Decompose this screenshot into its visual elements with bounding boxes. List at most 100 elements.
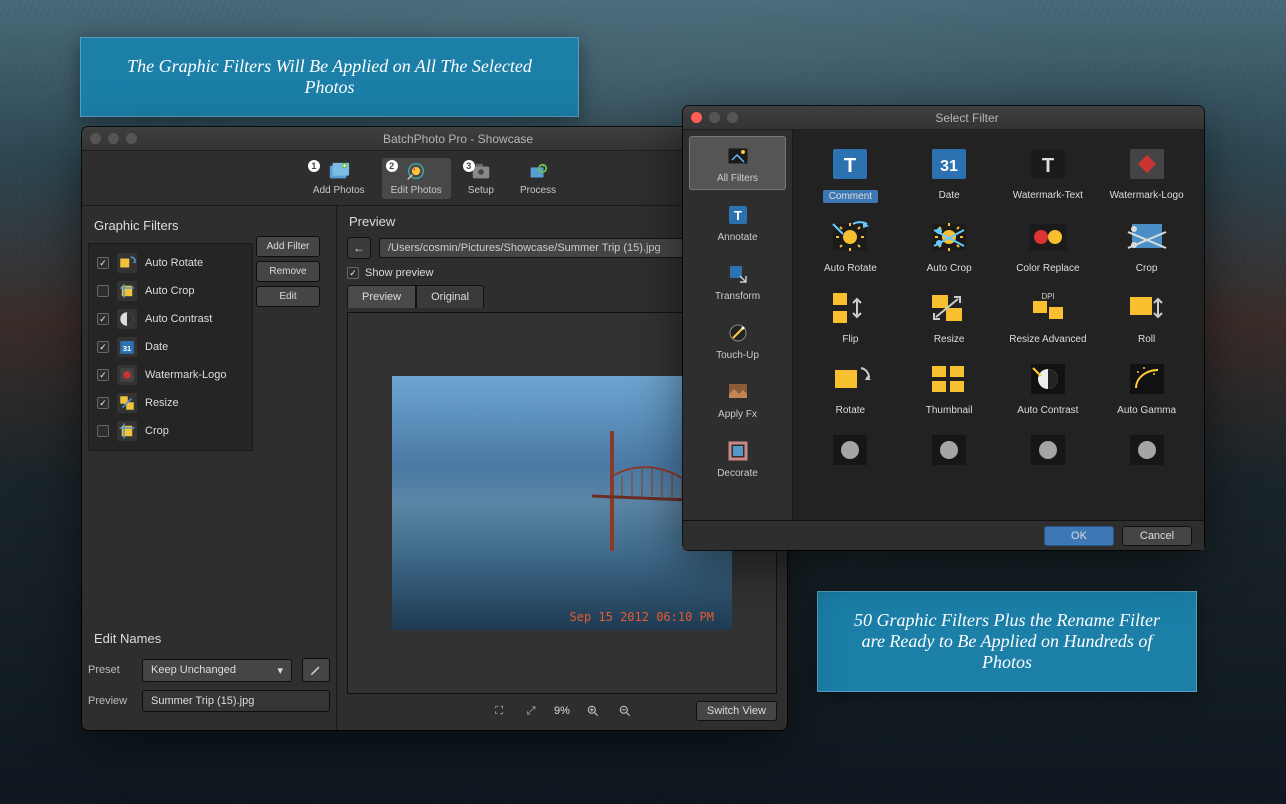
- grid-filter-auto-rotate[interactable]: Auto Rotate: [803, 213, 898, 278]
- filter-row-icon: [117, 281, 137, 301]
- grid-filter-comment[interactable]: TComment: [803, 140, 898, 207]
- fit-window-icon[interactable]: ⛶: [490, 702, 508, 720]
- setup-button[interactable]: 3 Setup: [459, 158, 503, 199]
- grid-filter-more[interactable]: [803, 426, 898, 474]
- category-all-filters[interactable]: All Filters: [689, 136, 786, 190]
- grid-filter-watermark-logo[interactable]: Watermark-Logo: [1099, 140, 1194, 207]
- filter-checkbox[interactable]: [97, 341, 109, 353]
- photo-preview: Bits & Coffee Sep 15 2012 06:10 PM: [392, 376, 732, 630]
- category-icon: [719, 142, 757, 170]
- grid-filter-more[interactable]: [1001, 426, 1096, 474]
- filter-row-label: Date: [145, 341, 168, 353]
- switch-view-button[interactable]: Switch View: [696, 701, 777, 721]
- add-filter-button[interactable]: Add Filter: [256, 236, 320, 257]
- grid-filter-roll[interactable]: Roll: [1099, 284, 1194, 349]
- grid-filter-icon: [1123, 359, 1171, 399]
- actual-size-icon[interactable]: ⤢: [522, 702, 540, 720]
- show-preview-label: Show preview: [365, 267, 433, 279]
- edit-photos-button[interactable]: 2 Edit Photos: [382, 158, 451, 199]
- category-transform[interactable]: Transform: [689, 254, 786, 308]
- cancel-button[interactable]: Cancel: [1122, 526, 1192, 546]
- grid-filter-auto-contrast[interactable]: Auto Contrast: [1001, 355, 1096, 420]
- category-icon: T: [719, 201, 757, 229]
- category-icon: [719, 260, 757, 288]
- filter-checkbox[interactable]: [97, 285, 109, 297]
- maximize-icon[interactable]: [727, 112, 738, 123]
- grid-filter-resize[interactable]: Resize: [902, 284, 997, 349]
- filter-row-icon: [117, 393, 137, 413]
- filter-checkbox[interactable]: [97, 425, 109, 437]
- grid-filter-label: Watermark-Logo: [1110, 190, 1184, 201]
- filter-row[interactable]: 31Date: [91, 333, 250, 361]
- zoom-out-icon[interactable]: [616, 702, 634, 720]
- filter-row-icon: [117, 309, 137, 329]
- tab-original[interactable]: Original: [416, 285, 484, 308]
- filter-checkbox[interactable]: [97, 397, 109, 409]
- grid-filter-label: Auto Crop: [927, 263, 972, 274]
- minimize-icon[interactable]: [108, 133, 119, 144]
- filter-row[interactable]: Resize: [91, 389, 250, 417]
- close-icon[interactable]: [90, 133, 101, 144]
- filter-row-icon: [117, 421, 137, 441]
- grid-filter-color-replace[interactable]: Color Replace: [1001, 213, 1096, 278]
- grid-filter-icon: [826, 359, 874, 399]
- grid-filter-icon: [826, 217, 874, 257]
- close-icon[interactable]: [691, 112, 702, 123]
- filter-row[interactable]: Crop: [91, 417, 250, 445]
- tab-preview[interactable]: Preview: [347, 285, 416, 308]
- name-preview-value: Summer Trip (15).jpg: [151, 695, 254, 707]
- grid-filter-rotate[interactable]: Rotate: [803, 355, 898, 420]
- category-touch-up[interactable]: Touch-Up: [689, 313, 786, 367]
- maximize-icon[interactable]: [126, 133, 137, 144]
- minimize-icon[interactable]: [709, 112, 720, 123]
- back-button[interactable]: ←: [347, 237, 371, 259]
- preset-select[interactable]: Keep Unchanged ▾: [142, 659, 292, 682]
- filter-row[interactable]: Auto Crop: [91, 277, 250, 305]
- process-button[interactable]: Process: [511, 158, 565, 199]
- grid-filter-auto-crop[interactable]: Auto Crop: [902, 213, 997, 278]
- filter-checkbox[interactable]: [97, 313, 109, 325]
- edit-names-heading: Edit Names: [88, 629, 330, 648]
- category-decorate[interactable]: Decorate: [689, 431, 786, 485]
- filter-row[interactable]: Auto Rotate: [91, 249, 250, 277]
- dialog-titlebar[interactable]: Select Filter: [683, 106, 1204, 130]
- grid-filter-icon: [1123, 430, 1171, 470]
- filter-checkbox[interactable]: [97, 369, 109, 381]
- filter-row[interactable]: Watermark-Logo: [91, 361, 250, 389]
- category-annotate[interactable]: TAnnotate: [689, 195, 786, 249]
- grid-filter-icon: [1123, 288, 1171, 328]
- main-toolbar: 1 Add Photos 2 Edit Photos 3 Setup Proce…: [82, 151, 787, 206]
- show-preview-checkbox[interactable]: [347, 267, 359, 279]
- grid-filter-more[interactable]: [902, 426, 997, 474]
- grid-filter-label: Comment: [823, 190, 878, 203]
- category-sidebar: All FiltersTAnnotateTransformTouch-UpApp…: [683, 130, 793, 520]
- edit-name-button[interactable]: [302, 658, 330, 682]
- grid-filter-label: Auto Gamma: [1117, 405, 1176, 416]
- grid-filter-more[interactable]: [1099, 426, 1194, 474]
- step-badge-2: 2: [386, 160, 398, 172]
- grid-filter-thumbnail[interactable]: Thumbnail: [902, 355, 997, 420]
- chevron-down-icon: ▾: [277, 664, 283, 677]
- remove-button[interactable]: Remove: [256, 261, 320, 282]
- filter-row[interactable]: Auto Contrast: [91, 305, 250, 333]
- grid-filter-resize-advanced[interactable]: DPIResize Advanced: [1001, 284, 1096, 349]
- add-photos-button[interactable]: 1 Add Photos: [304, 158, 374, 199]
- category-apply-fx[interactable]: Apply Fx: [689, 372, 786, 426]
- grid-filter-icon: T: [1024, 144, 1072, 184]
- edit-button[interactable]: Edit: [256, 286, 320, 307]
- zoom-in-icon[interactable]: [584, 702, 602, 720]
- grid-filter-flip[interactable]: Flip: [803, 284, 898, 349]
- setup-label: Setup: [468, 185, 494, 196]
- grid-filter-auto-gamma[interactable]: Auto Gamma: [1099, 355, 1194, 420]
- ok-button[interactable]: OK: [1044, 526, 1114, 546]
- filter-list: Auto RotateAuto CropAuto Contrast31Date W…: [88, 243, 253, 451]
- step-badge-1: 1: [308, 160, 320, 172]
- grid-filter-crop[interactable]: Crop: [1099, 213, 1194, 278]
- grid-filter-date[interactable]: 31Date: [902, 140, 997, 207]
- grid-filter-watermark-text[interactable]: TWatermark-Text: [1001, 140, 1096, 207]
- filter-checkbox[interactable]: [97, 257, 109, 269]
- main-titlebar[interactable]: BatchPhoto Pro - Showcase: [82, 127, 787, 151]
- filter-row-label: Watermark-Logo: [145, 369, 227, 381]
- graphic-filters-heading: Graphic Filters: [88, 216, 330, 235]
- grid-filter-label: Rotate: [836, 405, 865, 416]
